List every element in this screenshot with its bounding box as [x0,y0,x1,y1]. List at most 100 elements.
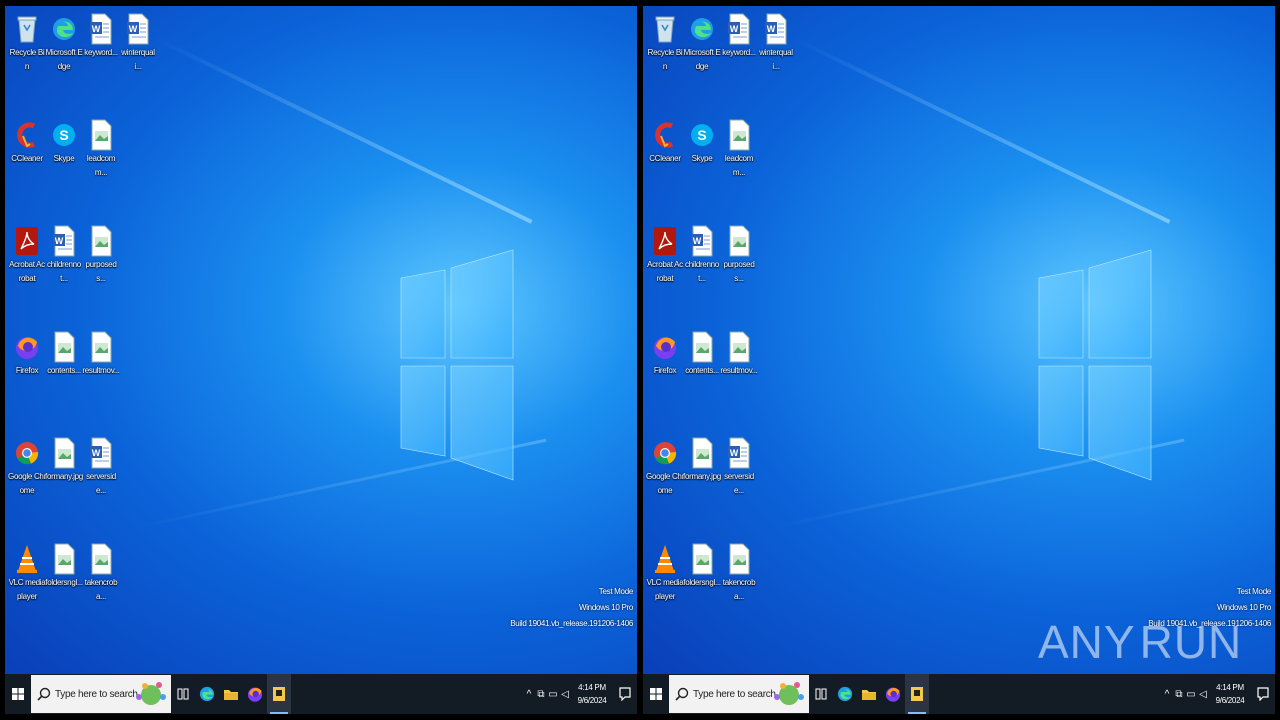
watermark-line: Windows 10 Pro [578,603,633,612]
display-icon[interactable]: ▭ [547,689,559,700]
image-icon [726,118,752,152]
desktop-icon-label: Recycle Bin [647,48,683,71]
desktop-icon-label: formany.jpg [683,472,721,481]
chevron-up-icon[interactable]: ^ [1161,689,1173,700]
desktop-icon-word[interactable]: Wwinterquali... [757,12,795,74]
display-icon[interactable]: ▭ [1185,689,1197,700]
desktop-icon-label: leadcomm... [86,154,116,177]
desktop-icon-word[interactable]: Wchildrennot... [45,224,83,286]
task-view-icon[interactable] [171,674,195,714]
desktop-icon-image[interactable]: foldersngl... [45,542,83,590]
desktop-background[interactable]: Recycle Bin Microsoft Edge Wkeyword... Wwin… [643,6,1275,674]
desktop-icon-image[interactable]: leadcomm... [720,118,758,180]
file-explorer-icon[interactable] [857,674,881,714]
desktop-icon-label: childrennot... [685,260,719,283]
desktop-icon-edge[interactable]: Microsoft Edge [45,12,83,74]
search-highlight-icon [133,677,169,711]
desktop-icon-image[interactable]: takencroba... [720,542,758,604]
start-button[interactable] [643,674,669,714]
desktop-icon-label: Microsoft Edge [683,48,721,71]
desktop-icon-label: winterquali... [121,48,155,71]
desktop-icon-label: foldersngl... [45,578,83,587]
desktop-icon-skype[interactable]: S Skype [683,118,721,166]
desktop-icon-image[interactable]: contents... [683,330,721,378]
desktop-icon-word[interactable]: Wchildrennot... [683,224,721,286]
desktop-icon-label: Firefox [15,366,39,375]
desktop-icon-chrome[interactable]: Google Chrome [8,436,46,498]
image-icon [88,330,114,364]
desktop-icon-vlc[interactable]: VLC media player [646,542,684,604]
desktop-icon-image[interactable]: leadcomm... [82,118,120,180]
desktop-icon-image[interactable]: formany.jpg [45,436,83,484]
sandbox-app-icon[interactable] [267,674,291,714]
desktop-icon-image[interactable]: purposeds... [82,224,120,286]
desktop-icon-ccleaner[interactable]: CCleaner [8,118,46,166]
word-icon: W [125,12,151,46]
desktop-background[interactable]: Recycle Bin Microsoft Edge Wkeyword... Wwin… [5,6,637,674]
desktop-icon-image[interactable]: formany.jpg [683,436,721,484]
chevron-up-icon[interactable]: ^ [523,689,535,700]
search-box[interactable]: Type here to search [31,675,171,713]
watermark-line: Test Mode [598,587,634,596]
edge-icon[interactable] [833,674,857,714]
desktop-icon-word[interactable]: Wserverside... [82,436,120,498]
light-beam [153,36,533,224]
desktop-icon-firefox[interactable]: Firefox [8,330,46,378]
image-icon [51,436,77,470]
desktop-icon-recycle[interactable]: Recycle Bin [646,12,684,74]
brand-text-right: RUN [1139,616,1243,668]
desktop-icon-chrome[interactable]: Google Chrome [646,436,684,498]
firefox-icon[interactable] [243,674,267,714]
recycle-icon [14,12,40,46]
search-icon [37,687,51,701]
desktop-icon-image[interactable]: contents... [45,330,83,378]
desktop-icon-acrobat[interactable]: Acrobat Acrobat [8,224,46,286]
notification-icon[interactable] [613,687,637,701]
desktop-icon-image[interactable]: resultmov... [82,330,120,378]
task-view-icon[interactable] [809,674,833,714]
word-icon: W [88,12,114,46]
desktop-icon-word[interactable]: Wkeyword... [720,12,758,60]
search-box[interactable]: Type here to search [669,675,809,713]
desktop-icon-vlc[interactable]: VLC media player [8,542,46,604]
clock[interactable]: 4:14 PM 9/6/2024 [571,681,613,707]
desktop-icon-label: resultmov... [720,366,758,375]
svg-text:W: W [55,236,64,246]
word-icon: W [726,436,752,470]
desktop-icon-label: CCleaner [11,154,43,163]
network-icon[interactable]: ⧉ [535,689,547,700]
windows-start-icon [12,688,24,700]
edge-icon[interactable] [195,674,219,714]
clock-date: 9/6/2024 [577,696,607,705]
desktop-icon-word[interactable]: Wkeyword... [82,12,120,60]
svg-text:W: W [730,448,739,458]
desktop-icon-skype[interactable]: S Skype [45,118,83,166]
desktop-icon-word[interactable]: Wserverside... [720,436,758,498]
desktop-icon-acrobat[interactable]: Acrobat Acrobat [646,224,684,286]
desktop-icon-image[interactable]: purposeds... [720,224,758,286]
desktop-icon-ccleaner[interactable]: CCleaner [646,118,684,166]
clock[interactable]: 4:14 PM 9/6/2024 [1209,681,1251,707]
desktop-icon-image[interactable]: takencroba... [82,542,120,604]
svg-text:S: S [59,127,68,143]
firefox-icon[interactable] [881,674,905,714]
vlc-icon [14,542,40,576]
volume-icon[interactable]: ◁ [559,689,571,700]
taskbar: Type here to search ^ ⧉ ▭ ◁ 4:14 PM 9/6/… [643,674,1275,714]
desktop-icon-image[interactable]: resultmov... [720,330,758,378]
network-icon[interactable]: ⧉ [1173,689,1185,700]
start-button[interactable] [5,674,31,714]
desktop-icon-firefox[interactable]: Firefox [646,330,684,378]
word-icon: W [51,224,77,258]
desktop-icon-edge[interactable]: Microsoft Edge [683,12,721,74]
desktop-icon-image[interactable]: foldersngl... [683,542,721,590]
file-explorer-icon[interactable] [219,674,243,714]
windows-start-icon [650,688,662,700]
desktop-icon-label: contents... [685,366,719,375]
desktop-icon-label: serverside... [86,472,116,495]
desktop-icon-recycle[interactable]: Recycle Bin [8,12,46,74]
desktop-icon-word[interactable]: Wwinterquali... [119,12,157,74]
notification-icon[interactable] [1251,687,1275,701]
volume-icon[interactable]: ◁ [1197,689,1209,700]
sandbox-app-icon[interactable] [905,674,929,714]
